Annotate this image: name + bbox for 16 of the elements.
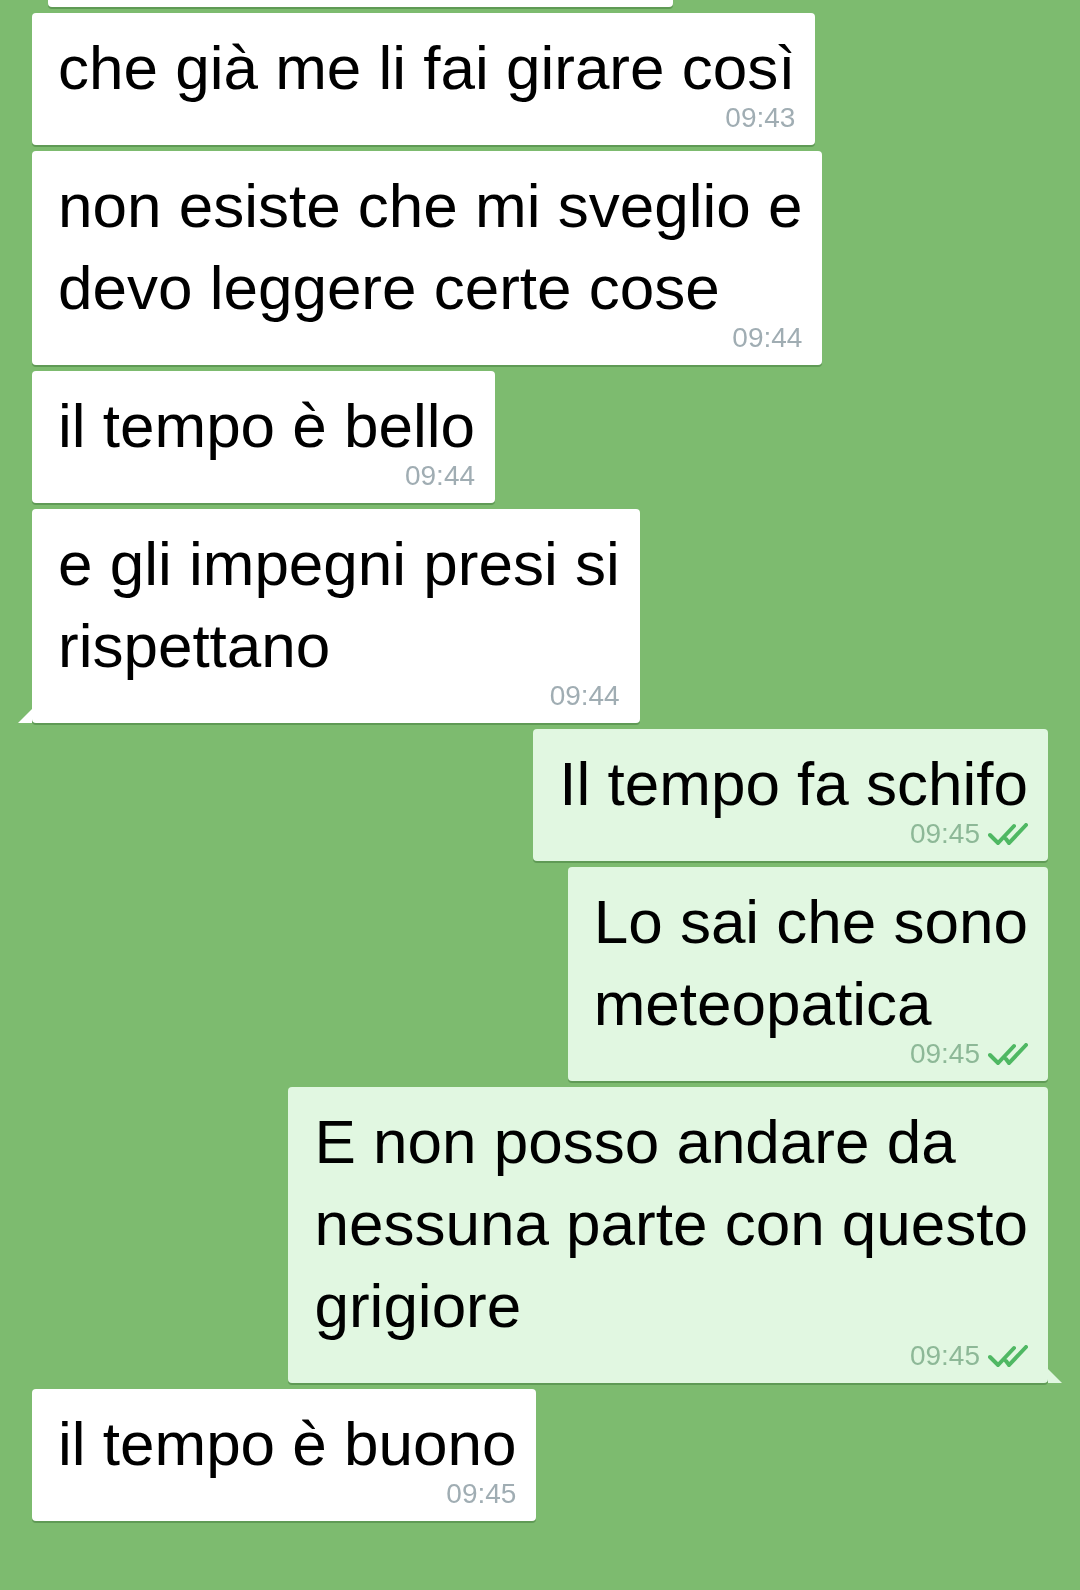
message-time: 09:45 [446, 1477, 517, 1511]
message-text: che già me li fai girare così [58, 32, 796, 104]
message-text: Il tempo fa schifo [559, 748, 1028, 820]
message-time: 09:44 [732, 321, 803, 355]
message-text: E non posso andare da nessuna parte con questo grigiore [314, 1106, 1028, 1342]
message-time: 09:44 [404, 459, 476, 493]
message-text: il tempo è buono [58, 1408, 517, 1480]
message-text: Lo sai che sono meteopatica [593, 886, 1028, 1040]
message-time: 09:45 [909, 1339, 980, 1373]
message-text: non esiste che mi sveglio e devo leggere certe cose [58, 170, 803, 324]
message-time: 09:45 [909, 1038, 980, 1071]
message-text: e gli impegni presi si rispettano [58, 528, 620, 682]
message-text: il tempo è bello [58, 390, 476, 462]
message-time: 09:45 [909, 817, 980, 851]
message-time: 09:44 [549, 679, 620, 713]
message-time: 09:43 [725, 101, 796, 135]
